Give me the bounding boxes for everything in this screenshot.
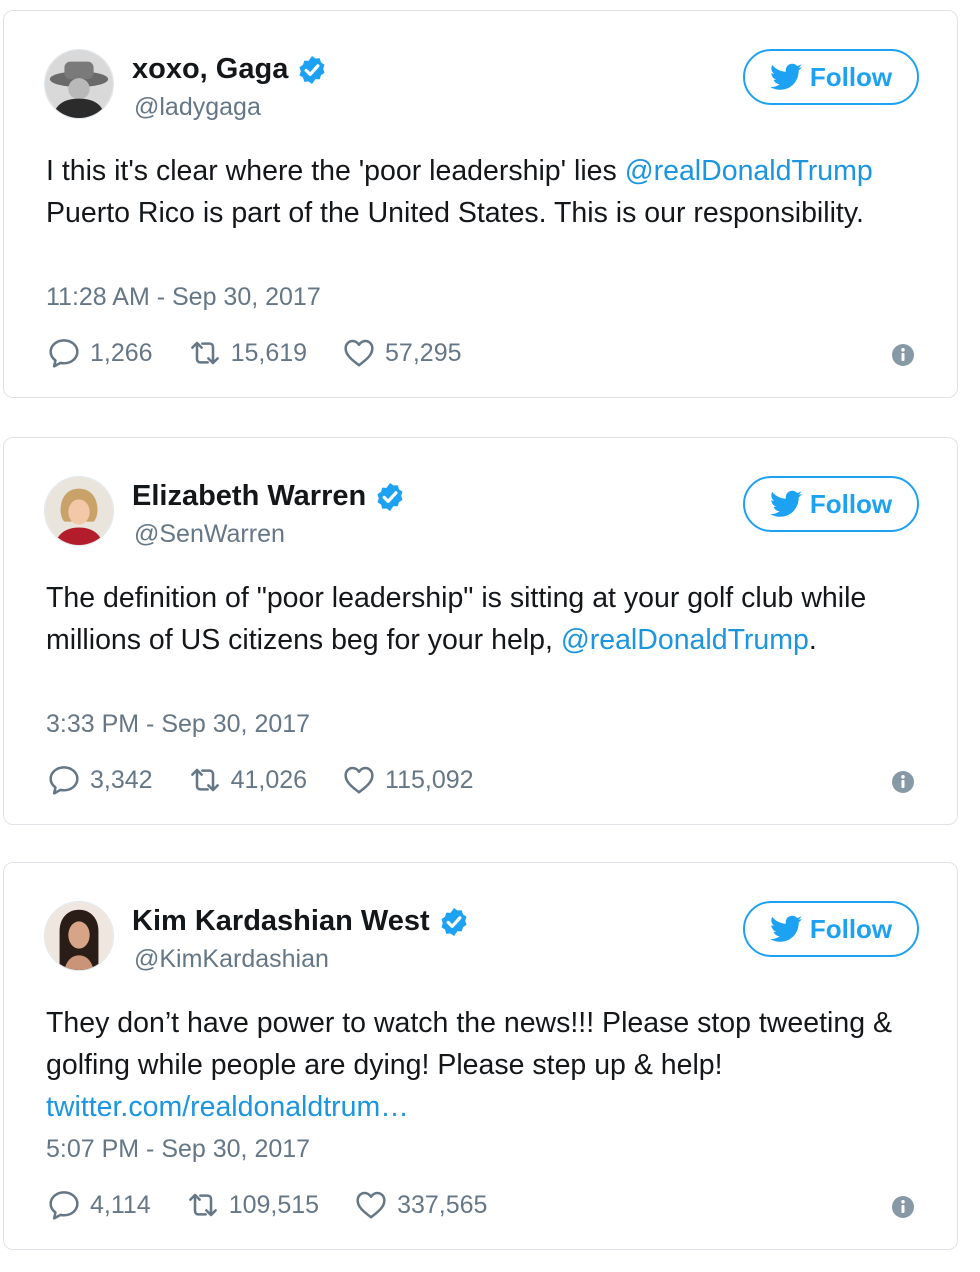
author-handle[interactable]: @KimKardashian bbox=[134, 945, 329, 974]
like-count: 337,565 bbox=[397, 1190, 488, 1219]
author-name[interactable]: xoxo, Gaga bbox=[132, 53, 288, 86]
retweet-button[interactable]: 41,026 bbox=[189, 764, 307, 796]
retweet-icon bbox=[187, 1189, 219, 1221]
tweet-text-part: I this it's clear where the 'poor leader… bbox=[46, 155, 625, 187]
mention-link[interactable]: @realDonaldTrump bbox=[561, 624, 809, 656]
url-link[interactable]: twitter.com/realdonaldtrum… bbox=[46, 1091, 409, 1123]
tweet-actions: 3,342 41,026 115,092 bbox=[48, 764, 510, 796]
info-icon[interactable] bbox=[891, 343, 915, 367]
author-name[interactable]: Kim Kardashian West bbox=[132, 905, 430, 938]
like-heart-icon bbox=[343, 337, 375, 369]
like-button[interactable]: 337,565 bbox=[355, 1189, 487, 1221]
follow-label: Follow bbox=[809, 913, 893, 944]
retweet-button[interactable]: 109,515 bbox=[187, 1189, 319, 1221]
author-name-row: xoxo, Gaga bbox=[132, 53, 328, 86]
twitter-bird-icon bbox=[770, 490, 802, 518]
reply-button[interactable]: 1,266 bbox=[48, 337, 153, 369]
reply-count: 1,266 bbox=[90, 338, 153, 367]
follow-label: Follow bbox=[809, 488, 893, 519]
reply-icon bbox=[48, 337, 80, 369]
reply-icon bbox=[48, 1189, 80, 1221]
reply-count: 3,342 bbox=[90, 765, 153, 794]
tweet-text: The definition of "poor leadership" is s… bbox=[46, 577, 916, 661]
tweet-text: They don’t have power to watch the news!… bbox=[46, 1002, 916, 1128]
avatar[interactable] bbox=[44, 49, 114, 119]
reply-count: 4,114 bbox=[90, 1190, 151, 1219]
retweet-icon bbox=[189, 764, 221, 796]
tweet-card: Elizabeth Warren @SenWarren Follow The d… bbox=[3, 437, 958, 825]
retweet-icon bbox=[189, 337, 221, 369]
retweet-count: 109,515 bbox=[228, 1190, 320, 1219]
info-icon[interactable] bbox=[891, 1195, 915, 1219]
author-handle[interactable]: @SenWarren bbox=[134, 520, 285, 549]
like-heart-icon bbox=[343, 764, 375, 796]
tweet-text-part: Puerto Rico is part of the United States… bbox=[46, 197, 864, 229]
tweet-actions: 1,266 15,619 57,295 bbox=[48, 337, 498, 369]
tweet-timestamp[interactable]: 5:07 PM - Sep 30, 2017 bbox=[46, 1135, 310, 1164]
like-heart-icon bbox=[355, 1189, 387, 1221]
author-handle[interactable]: @ladygaga bbox=[134, 93, 261, 122]
mention-link[interactable]: @realDonaldTrump bbox=[625, 155, 873, 187]
follow-button[interactable]: Follow bbox=[743, 901, 919, 957]
tweet-text-part: They don’t have power to watch the news!… bbox=[46, 1007, 892, 1081]
reply-icon bbox=[48, 764, 80, 796]
reply-button[interactable]: 3,342 bbox=[48, 764, 153, 796]
info-icon[interactable] bbox=[891, 770, 915, 794]
retweet-count: 15,619 bbox=[230, 338, 308, 367]
like-count: 115,092 bbox=[385, 765, 474, 794]
author-name-row: Elizabeth Warren bbox=[132, 480, 406, 513]
tweet-actions: 4,114 109,515 337,565 bbox=[48, 1189, 523, 1221]
follow-label: Follow bbox=[809, 61, 893, 92]
retweet-button[interactable]: 15,619 bbox=[189, 337, 307, 369]
verified-badge-icon bbox=[296, 54, 328, 86]
tweet-card: xoxo, Gaga @ladygaga Follow I this it's … bbox=[3, 10, 958, 398]
like-button[interactable]: 57,295 bbox=[343, 337, 462, 369]
tweet-text: I this it's clear where the 'poor leader… bbox=[46, 150, 916, 234]
twitter-bird-icon bbox=[770, 63, 802, 91]
verified-badge-icon bbox=[438, 906, 470, 938]
tweet-card: Kim Kardashian West @KimKardashian Follo… bbox=[3, 862, 958, 1250]
follow-button[interactable]: Follow bbox=[743, 476, 919, 532]
avatar[interactable] bbox=[44, 901, 114, 971]
author-name-row: Kim Kardashian West bbox=[132, 905, 470, 938]
author-name[interactable]: Elizabeth Warren bbox=[132, 480, 366, 513]
verified-badge-icon bbox=[374, 481, 406, 513]
tweet-text-part: . bbox=[808, 624, 817, 656]
retweet-count: 41,026 bbox=[230, 765, 308, 794]
follow-button[interactable]: Follow bbox=[743, 49, 919, 105]
avatar[interactable] bbox=[44, 476, 114, 546]
tweet-timestamp[interactable]: 11:28 AM - Sep 30, 2017 bbox=[46, 283, 321, 312]
twitter-bird-icon bbox=[770, 915, 802, 943]
like-count: 57,295 bbox=[385, 338, 462, 367]
tweet-timestamp[interactable]: 3:33 PM - Sep 30, 2017 bbox=[46, 710, 310, 739]
reply-button[interactable]: 4,114 bbox=[48, 1189, 151, 1221]
like-button[interactable]: 115,092 bbox=[343, 764, 474, 796]
